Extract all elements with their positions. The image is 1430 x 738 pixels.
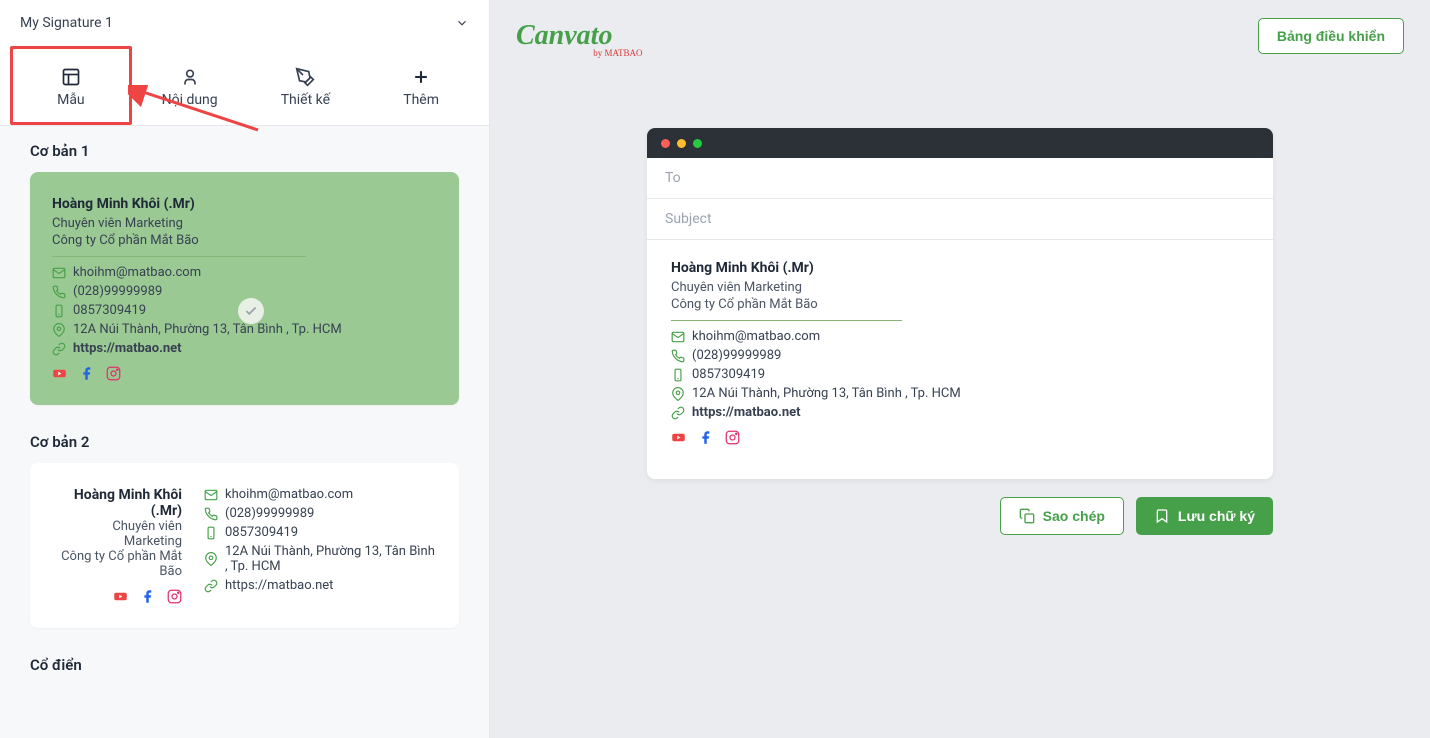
tab-label: Mẫu (57, 92, 85, 108)
tab-add[interactable]: Thêm (363, 46, 479, 125)
tab-design[interactable]: Thiết kế (248, 46, 364, 125)
template-section-title: Cổ điển (30, 656, 459, 674)
templates-list[interactable]: Cơ bản 1 Hoàng Minh Khôi (.Mr) Chuyên vi… (0, 126, 489, 738)
phone-icon (52, 285, 66, 299)
sig-mobile: 0857309419 (204, 525, 437, 540)
socials (52, 366, 437, 381)
tab-template[interactable]: Mẫu (10, 46, 132, 125)
topbar: Canvato by MATBAO Bảng điều khiển (490, 0, 1430, 60)
copy-icon (1019, 508, 1035, 524)
template-icon (61, 67, 81, 87)
sig-company: Công ty Cổ phần Mắt Bão (52, 549, 182, 579)
email-preview: To Subject Hoàng Minh Khôi (.Mr) Chuyên … (647, 128, 1273, 479)
mobile-icon (52, 304, 66, 318)
template-section-title: Cơ bản 2 (30, 433, 459, 451)
email-to-field[interactable]: To (647, 158, 1273, 199)
socials (52, 589, 182, 604)
preview-wrap: To Subject Hoàng Minh Khôi (.Mr) Chuyên … (490, 60, 1430, 738)
sig-phone: (028)99999989 (204, 506, 437, 521)
sig-name: Hoàng Minh Khôi (.Mr) (52, 487, 182, 519)
sig-name: Hoàng Minh Khôi (.Mr) (52, 196, 437, 212)
instagram-icon (167, 589, 182, 604)
sig-company: Công ty Cổ phần Mắt Bão (671, 297, 1249, 312)
mail-icon (204, 488, 218, 502)
sig-divider (52, 256, 306, 257)
link-icon (52, 342, 66, 356)
sig-address: 12A Núi Thành, Phường 13, Tân Bình , Tp.… (671, 386, 1249, 401)
tab-label: Thêm (403, 92, 439, 108)
sig-website: https://matbao.net (52, 341, 437, 356)
phone-icon (204, 507, 218, 521)
sig-website: https://matbao.net (671, 405, 1249, 420)
sig-website: https://matbao.net (204, 578, 437, 593)
tab-label: Thiết kế (281, 92, 330, 108)
sig-mobile: 0857309419 (671, 367, 1249, 382)
mail-icon (671, 330, 685, 344)
sig-email: khoihm@matbao.com (52, 265, 437, 280)
tab-content[interactable]: Nội dung (132, 46, 248, 125)
pen-icon (295, 67, 315, 87)
youtube-icon (671, 430, 686, 445)
mail-icon (52, 266, 66, 280)
sig-email: khoihm@matbao.com (671, 329, 1249, 344)
tab-label: Nội dung (162, 92, 218, 108)
minimize-dot (677, 139, 686, 148)
sig-company: Công ty Cổ phần Mắt Bão (52, 233, 437, 248)
phone-icon (671, 349, 685, 363)
template-right: khoihm@matbao.com (028)99999989 08573094… (204, 487, 437, 604)
pin-icon (204, 552, 218, 566)
email-subject-field[interactable]: Subject (647, 199, 1273, 240)
youtube-icon (52, 366, 67, 381)
logo: Canvato by MATBAO (516, 20, 612, 52)
youtube-icon (113, 589, 128, 604)
socials (671, 430, 1249, 445)
plus-icon (411, 67, 431, 87)
sig-title: Chuyên viên Marketing (671, 280, 1249, 295)
link-icon (671, 406, 685, 420)
main-area: Canvato by MATBAO Bảng điều khiển To Sub… (490, 0, 1430, 738)
actions: Sao chép Lưu chữ ký (647, 497, 1273, 535)
mobile-icon (671, 368, 685, 382)
facebook-icon (79, 366, 94, 381)
email-body: Hoàng Minh Khôi (.Mr) Chuyên viên Market… (647, 240, 1273, 479)
check-icon (238, 298, 264, 324)
signature-select[interactable]: My Signature 1 (0, 0, 489, 46)
maximize-dot (693, 139, 702, 148)
template-section-title: Cơ bản 1 (30, 142, 459, 160)
email-window-header (647, 128, 1273, 158)
instagram-icon (725, 430, 740, 445)
sig-divider (671, 320, 902, 321)
close-dot (661, 139, 670, 148)
sig-phone: (028)99999989 (671, 348, 1249, 363)
tabs: Mẫu Nội dung Thiết kế Thêm (0, 46, 489, 126)
sig-address: 12A Núi Thành, Phường 13, Tân Bình , Tp.… (52, 322, 437, 337)
sig-name: Hoàng Minh Khôi (.Mr) (671, 260, 1249, 276)
sig-title: Chuyên viên Marketing (52, 519, 182, 549)
pin-icon (52, 323, 66, 337)
person-icon (180, 67, 200, 87)
link-icon (204, 579, 218, 593)
template-card-basic1[interactable]: Hoàng Minh Khôi (.Mr) Chuyên viên Market… (30, 172, 459, 405)
facebook-icon (698, 430, 713, 445)
sig-address: 12A Núi Thành, Phường 13, Tân Bình , Tp.… (204, 544, 437, 574)
sig-title: Chuyên viên Marketing (52, 216, 437, 231)
pin-icon (671, 387, 685, 401)
mobile-icon (204, 526, 218, 540)
facebook-icon (140, 589, 155, 604)
sig-phone: (028)99999989 (52, 284, 437, 299)
template-card-basic2[interactable]: Hoàng Minh Khôi (.Mr) Chuyên viên Market… (30, 463, 459, 628)
copy-button[interactable]: Sao chép (1000, 497, 1124, 535)
dashboard-button[interactable]: Bảng điều khiển (1258, 18, 1404, 54)
sidebar: My Signature 1 Mẫu Nội dung Thiết kế Thê… (0, 0, 490, 738)
template-left: Hoàng Minh Khôi (.Mr) Chuyên viên Market… (52, 487, 182, 604)
save-button[interactable]: Lưu chữ ký (1136, 497, 1273, 535)
chevron-down-icon (455, 16, 469, 30)
signature-select-label: My Signature 1 (20, 15, 113, 31)
instagram-icon (106, 366, 121, 381)
bookmark-icon (1154, 508, 1170, 524)
sig-email: khoihm@matbao.com (204, 487, 437, 502)
